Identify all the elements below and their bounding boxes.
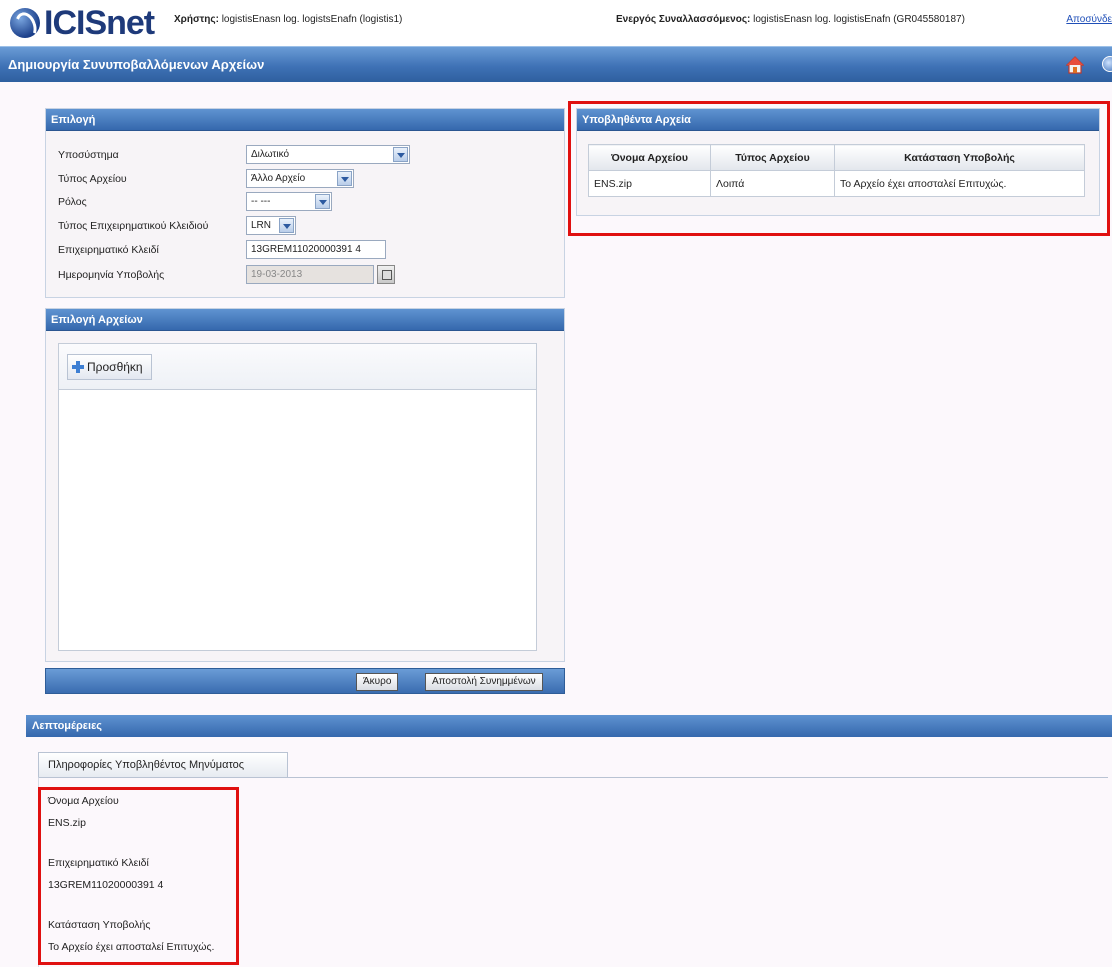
tab-submitted-message-info[interactable]: Πληροφορίες Υποβληθέντος Μηνύματος <box>38 752 288 777</box>
globe-logo-icon <box>10 8 40 38</box>
chevron-down-icon <box>393 147 408 162</box>
submission-date-value: 19-03-2013 <box>251 269 303 280</box>
icisnet-logo[interactable]: ICISnet <box>10 3 155 42</box>
subsystem-select[interactable]: Διλωτικό <box>246 145 410 164</box>
files-toolbar: Προσθήκη <box>59 344 536 390</box>
calendar-icon[interactable] <box>377 265 395 284</box>
key-type-label: Τύπος Επιχειρηματικού Κλειδιού <box>58 220 209 232</box>
business-key-input[interactable]: 13GREM11020000391 4 <box>246 240 386 259</box>
file-selection-panel: Επιλογή Αρχείων Προσθήκη <box>45 308 565 662</box>
chevron-down-icon <box>279 218 294 233</box>
chevron-down-icon <box>315 194 330 209</box>
current-user: Χρήστης: logistisEnasn log. logistsEnafn… <box>174 14 402 25</box>
user-value: logistisEnasn log. logistsEnafn (logisti… <box>221 14 403 25</box>
add-file-button[interactable]: Προσθήκη <box>67 354 152 380</box>
role-value: -- --- <box>251 196 271 207</box>
subsystem-label: Υποσύστημα <box>58 149 119 161</box>
submission-date-label: Ημερομηνία Υποβολής <box>58 269 165 281</box>
page-title: Δημιουργία Συνυποβαλλόμενων Αρχείων <box>8 57 265 72</box>
form-action-bar: Άκυρο Αποστολή Συνημμένων <box>45 668 565 694</box>
logo-text: ICISnet <box>44 3 155 42</box>
page-title-bar: Δημιουργία Συνυποβαλλόμενων Αρχείων <box>0 46 1112 82</box>
file-selection-panel-title: Επιλογή Αρχείων <box>46 309 564 331</box>
highlight-frame-details <box>38 787 239 965</box>
business-key-label: Επιχειρηματικό Κλειδί <box>58 244 159 256</box>
selection-panel: Επιλογή Υποσύστημα Διλωτικό Τύπος Αρχείο… <box>45 108 565 298</box>
key-type-value: LRN <box>251 220 272 231</box>
send-attachments-button[interactable]: Αποστολή Συνημμένων <box>425 673 543 691</box>
chevron-down-icon <box>337 171 352 186</box>
active-trader-value: logistisEnasn log. logistisEnafn (GR0455… <box>753 14 965 25</box>
add-file-label: Προσθήκη <box>87 360 143 374</box>
top-header: ICISnet Χρήστης: logistisEnasn log. logi… <box>0 0 1112 46</box>
plus-icon <box>72 361 84 373</box>
home-icon[interactable] <box>1066 56 1084 74</box>
file-type-value: Άλλο Αρχείο <box>251 173 306 184</box>
role-select[interactable]: -- --- <box>246 192 332 211</box>
file-type-select[interactable]: Άλλο Αρχείο <box>246 169 354 188</box>
submission-date-input: 19-03-2013 <box>246 265 374 284</box>
active-trader-label: Ενεργός Συναλλασσόμενος: <box>616 14 751 25</box>
role-label: Ρόλος <box>58 196 87 208</box>
user-label: Χρήστης: <box>174 14 219 25</box>
logout-link[interactable]: Αποσύνδε <box>1066 14 1112 25</box>
key-type-select[interactable]: LRN <box>246 216 296 235</box>
language-globe-icon[interactable] <box>1102 56 1112 72</box>
business-key-value: 13GREM11020000391 4 <box>251 244 361 255</box>
details-panel-title: Λεπτομέρειες <box>26 715 1112 737</box>
active-trader: Ενεργός Συναλλασσόμενος: logistisEnasn l… <box>616 14 965 25</box>
cancel-button[interactable]: Άκυρο <box>356 673 399 691</box>
file-type-label: Τύπος Αρχείου <box>58 173 127 185</box>
subsystem-value: Διλωτικό <box>251 149 290 160</box>
selection-panel-title: Επιλογή <box>46 109 564 131</box>
files-list: Προσθήκη <box>58 343 537 651</box>
highlight-frame-submitted <box>568 101 1110 236</box>
